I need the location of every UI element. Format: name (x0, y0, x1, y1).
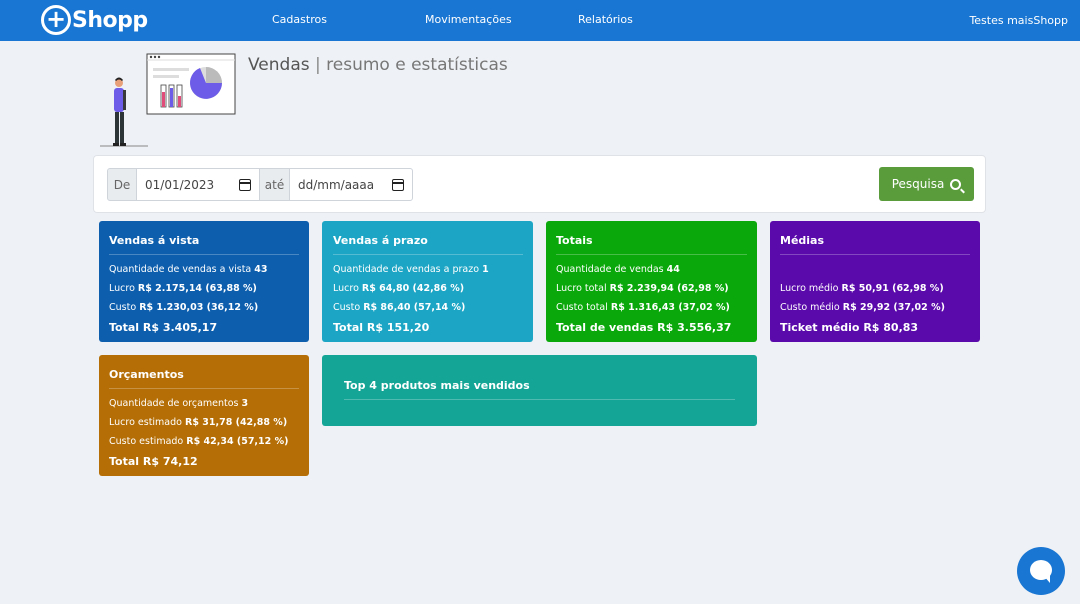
search-button-label: Pesquisa (891, 177, 945, 191)
page-title-main: Vendas (248, 55, 310, 75)
from-label: De (107, 168, 137, 201)
card-title: Orçamentos (109, 368, 299, 389)
page-title-separator: | (315, 55, 321, 75)
cost-line: Custo médio R$ 29,92 (37,02 %) (780, 302, 945, 313)
card-vendas-avista: Vendas á vista Quantidade de vendas a vi… (99, 221, 309, 342)
date-to-placeholder: dd/mm/aaaa (298, 177, 375, 192)
card-title: Vendas á vista (109, 234, 299, 255)
profit-line: Lucro R$ 2.175,14 (63,88 %) (109, 283, 257, 294)
profit-line: Lucro estimado R$ 31,78 (42,88 %) (109, 417, 288, 428)
date-from-input[interactable]: 01/01/2023 (136, 168, 260, 201)
search-button[interactable]: Pesquisa (879, 167, 974, 201)
card-title: Médias (780, 234, 970, 255)
stats-illustration (100, 53, 236, 147)
profit-line: Lucro médio R$ 50,91 (62,98 %) (780, 283, 944, 294)
card-title: Top 4 produtos mais vendidos (344, 379, 735, 400)
page-title: Vendas | resumo e estatísticas (248, 55, 508, 75)
total-line: Total R$ 3.405,17 (109, 321, 218, 334)
logo[interactable]: + Shopp (41, 5, 148, 35)
qty-line: Quantidade de vendas 44 (556, 264, 680, 275)
calendar-icon[interactable] (239, 179, 251, 191)
card-orcamentos: Orçamentos Quantidade de orçamentos 3 Lu… (99, 355, 309, 476)
top-navbar: + Shopp Cadastros Movimentações Relatóri… (0, 0, 1080, 41)
logo-text: Shopp (72, 7, 148, 33)
card-medias: Médias Lucro médio R$ 50,91 (62,98 %) Cu… (770, 221, 980, 342)
card-top-produtos: Top 4 produtos mais vendidos (322, 355, 757, 426)
date-to-input[interactable]: dd/mm/aaaa (289, 168, 413, 201)
qty-line: Quantidade de orçamentos 3 (109, 398, 249, 409)
total-line: Total R$ 151,20 (333, 321, 430, 334)
search-icon (950, 178, 962, 190)
card-totais: Totais Quantidade de vendas 44 Lucro tot… (546, 221, 757, 342)
chat-icon-tail (1043, 575, 1050, 583)
qty-line: Quantidade de vendas a prazo 1 (333, 264, 489, 275)
card-vendas-prazo: Vendas á prazo Quantidade de vendas a pr… (322, 221, 533, 342)
cost-line: Custo R$ 1.230,03 (36,12 %) (109, 302, 259, 313)
total-line: Total de vendas R$ 3.556,37 (556, 321, 732, 334)
total-line: Total R$ 74,12 (109, 455, 198, 468)
to-label: até (259, 168, 290, 201)
date-from-value: 01/01/2023 (145, 177, 215, 192)
nav-cadastros[interactable]: Cadastros (272, 13, 327, 26)
card-title: Totais (556, 234, 747, 255)
calendar-icon[interactable] (392, 179, 404, 191)
nav-relatorios[interactable]: Relatórios (578, 13, 633, 26)
cost-line: Custo estimado R$ 42,34 (57,12 %) (109, 436, 289, 447)
qty-line: Quantidade de vendas a vista 43 (109, 264, 268, 275)
total-line: Ticket médio R$ 80,83 (780, 321, 919, 334)
card-title: Vendas á prazo (333, 234, 523, 255)
profit-line: Lucro R$ 64,80 (42,86 %) (333, 283, 465, 294)
cost-line: Custo total R$ 1.316,43 (37,02 %) (556, 302, 730, 313)
filter-card: De 01/01/2023 até dd/mm/aaaa Pesquisa (93, 155, 986, 213)
profit-line: Lucro total R$ 2.239,94 (62,98 %) (556, 283, 729, 294)
logo-plus-icon: + (41, 5, 71, 35)
chat-button[interactable] (1017, 547, 1065, 595)
cost-line: Custo R$ 86,40 (57,14 %) (333, 302, 466, 313)
page-subtitle: resumo e estatísticas (326, 55, 508, 75)
nav-user-menu[interactable]: Testes maisShopp (969, 14, 1068, 27)
nav-movimentacoes[interactable]: Movimentações (425, 13, 512, 26)
